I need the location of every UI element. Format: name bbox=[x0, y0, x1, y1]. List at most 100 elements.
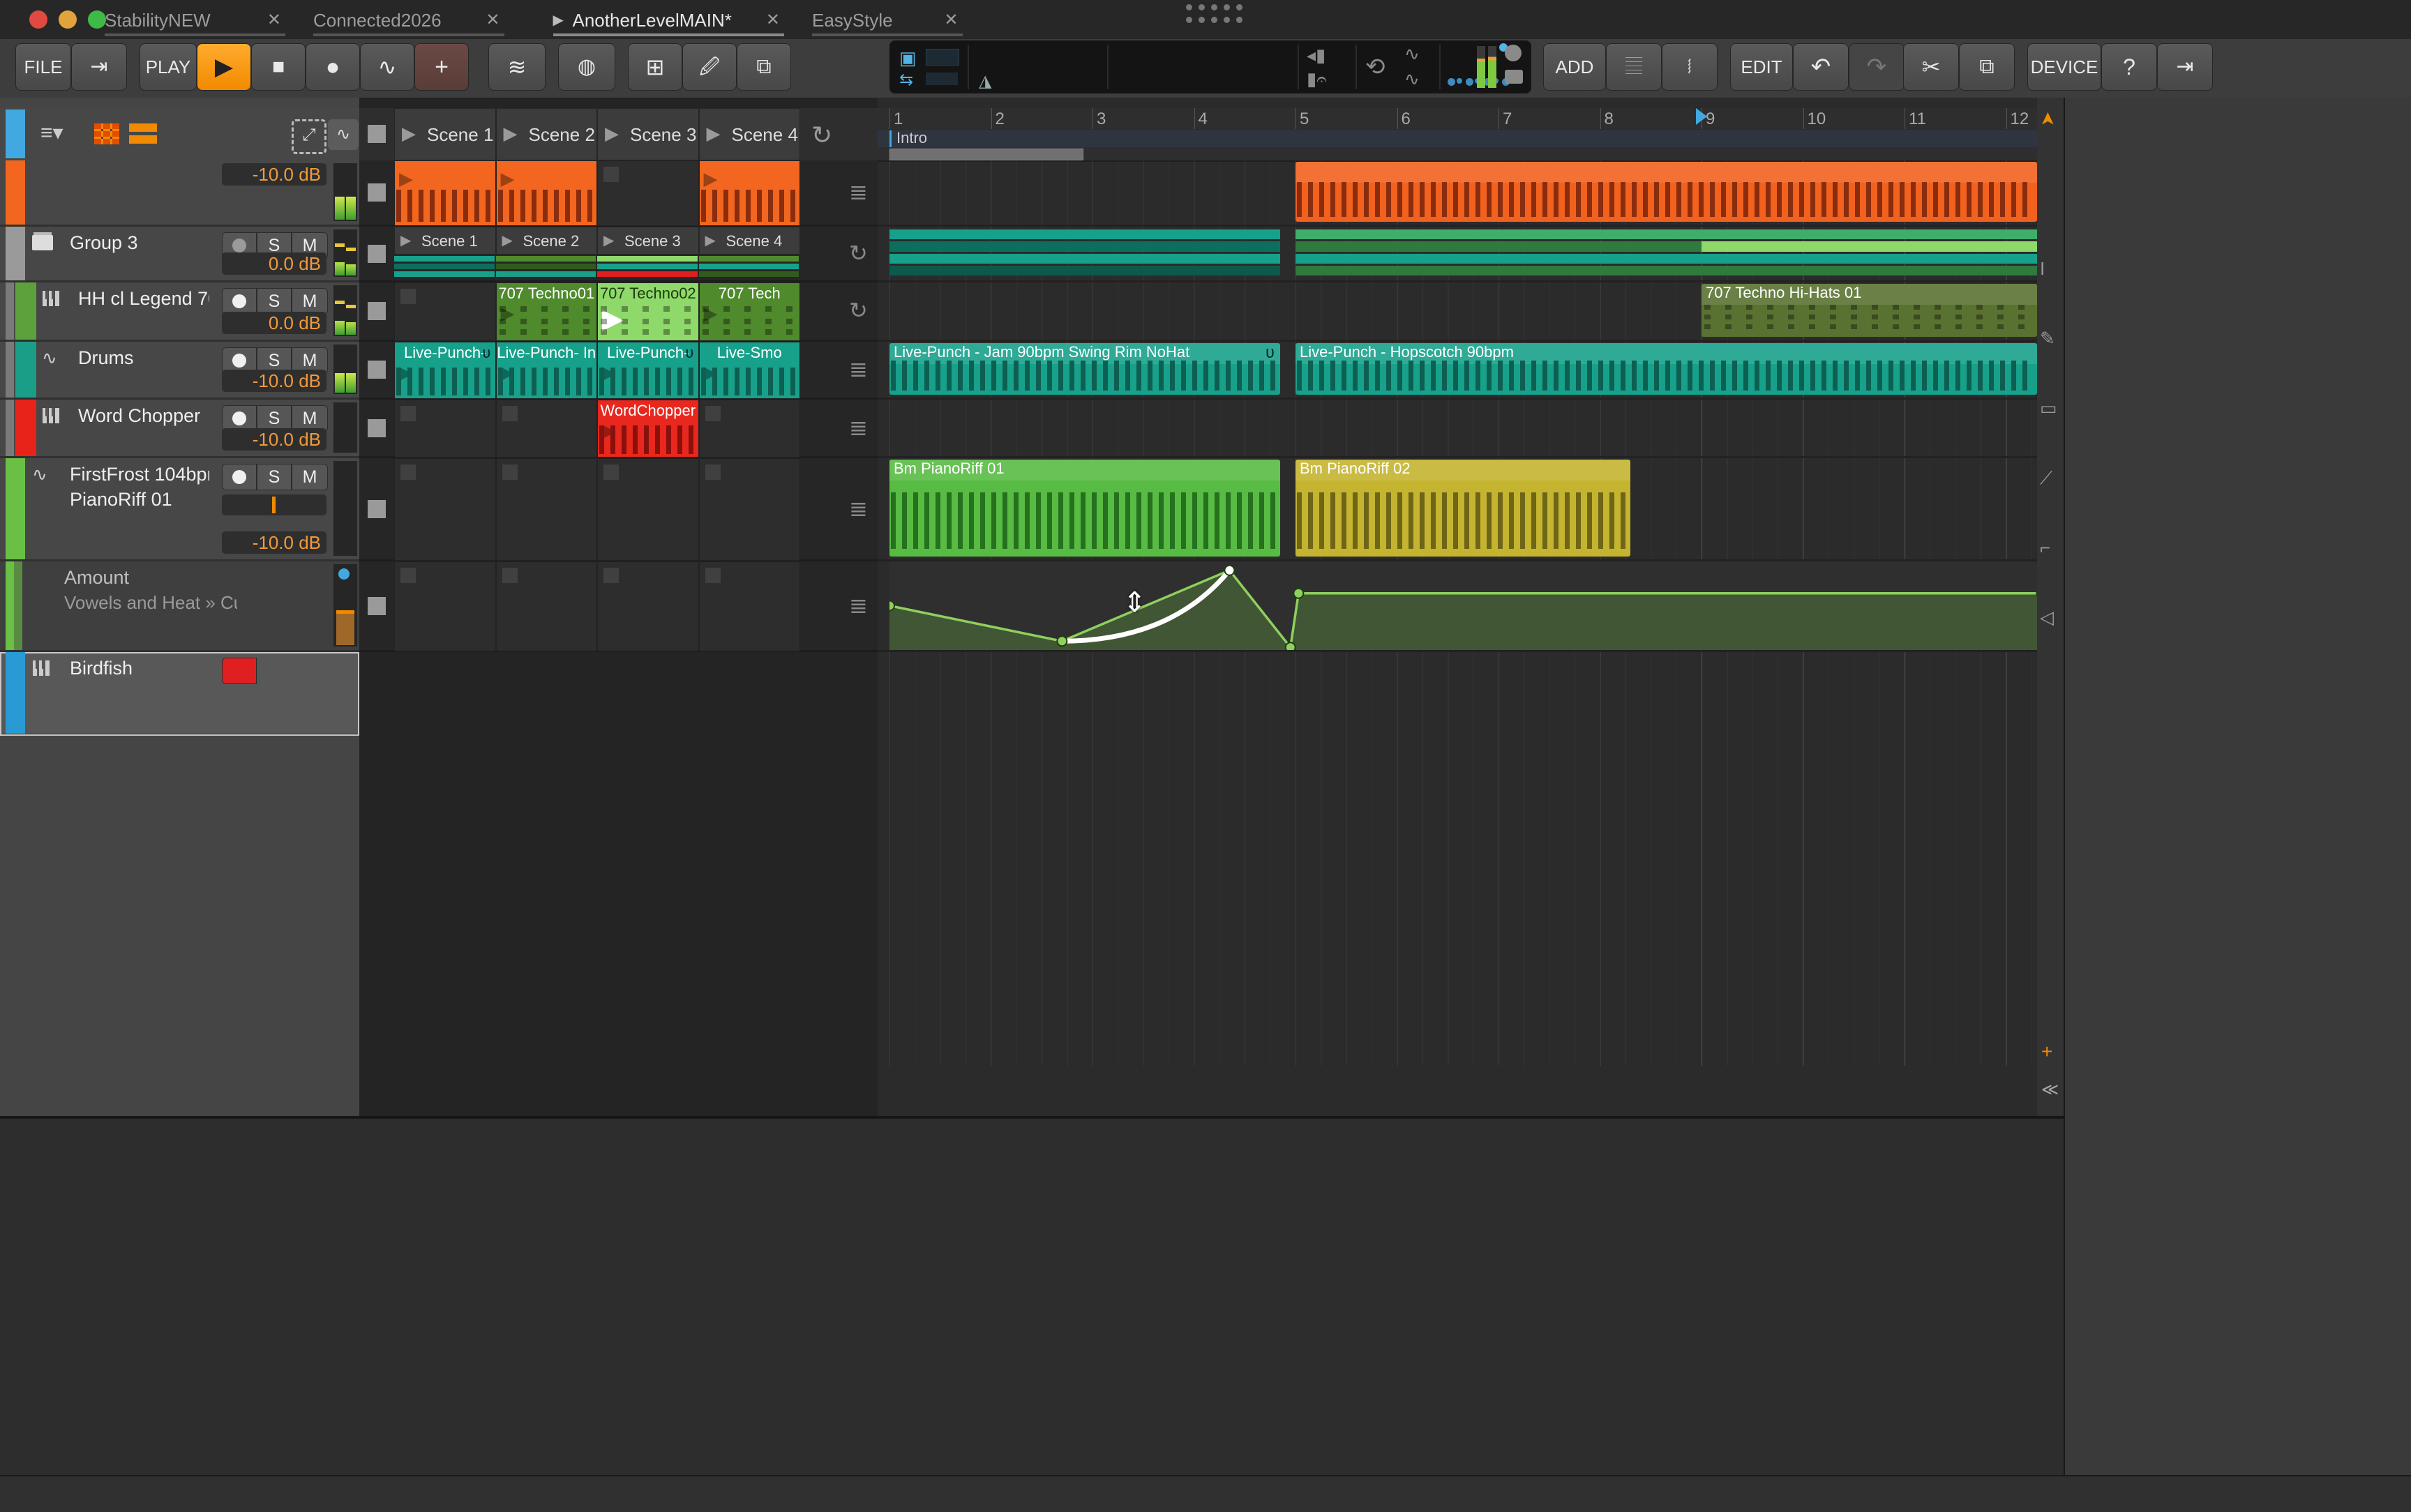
copy-button[interactable]: ⧉ bbox=[1959, 43, 2015, 91]
clip-slot[interactable] bbox=[394, 400, 496, 458]
track-row[interactable]: Birdfish bbox=[0, 652, 359, 736]
undo-button[interactable]: ↶ bbox=[1793, 43, 1849, 91]
scene-play-icon[interactable]: ▶ bbox=[707, 123, 721, 144]
overdub-button[interactable]: + bbox=[414, 43, 469, 91]
clip-stop-button[interactable] bbox=[368, 500, 386, 518]
scene-play-icon[interactable]: ▶ bbox=[402, 123, 416, 144]
clip-slot[interactable]: 707 Tech▶ bbox=[699, 282, 801, 341]
clip-slot[interactable] bbox=[394, 561, 496, 651]
group-scene-button[interactable]: ▶Scene 3 bbox=[597, 227, 699, 255]
clip-slot[interactable]: WordChopper▶ bbox=[597, 400, 699, 458]
add-instrument-track-button[interactable]: 𝄚 bbox=[1606, 43, 1662, 91]
row-action-icon[interactable]: ≣ bbox=[849, 592, 868, 619]
clip-slot[interactable] bbox=[597, 160, 699, 226]
document-tab[interactable]: ▶AnotherLevelMAIN*✕ bbox=[553, 6, 785, 36]
zoom-fit-icon[interactable]: ⤢ bbox=[292, 119, 326, 154]
group-mini-clip[interactable] bbox=[597, 256, 698, 262]
record-arm-button[interactable] bbox=[222, 464, 257, 490]
track-row[interactable]: ∿DrumsSM-10.0 dB bbox=[0, 342, 359, 400]
document-tab[interactable]: StabilityNEW✕ bbox=[105, 6, 285, 36]
track-row[interactable]: Group 3SM0.0 dB bbox=[0, 227, 359, 282]
groove-button[interactable]: ◍ bbox=[558, 43, 615, 91]
grid-view-icon[interactable] bbox=[94, 123, 119, 144]
clip-slot[interactable]: ▶ bbox=[699, 160, 801, 226]
track-row[interactable]: AmountVowels and Heat » Curves bbox=[0, 561, 359, 652]
scene-play-icon[interactable]: ▶ bbox=[400, 232, 411, 249]
arranger-clip[interactable]: Live-Punch - Hopscotch 90bpm bbox=[1295, 343, 2037, 395]
clip-stop-button[interactable] bbox=[368, 183, 386, 202]
clip-play-icon[interactable]: ▶ bbox=[704, 168, 718, 190]
track-row[interactable]: -10.0 dB bbox=[0, 160, 359, 227]
clip-slot[interactable] bbox=[496, 400, 598, 458]
track-color-strip[interactable] bbox=[15, 400, 36, 456]
pen-tool-icon[interactable]: ✎ bbox=[2040, 328, 2055, 349]
track-row[interactable]: ∿FirstFrost 104bpm BmPianoRiff 01SM-10.0… bbox=[0, 458, 359, 561]
knife-tool-icon[interactable]: ⟋ bbox=[2040, 467, 2052, 490]
clip-slot[interactable] bbox=[496, 561, 598, 651]
volume-readout[interactable]: 0.0 dB bbox=[222, 252, 326, 275]
clip-slot[interactable] bbox=[394, 282, 496, 341]
loop-icon[interactable]: ⟲ bbox=[1365, 53, 1385, 81]
close-window-button[interactable] bbox=[29, 10, 47, 29]
clip-stop-button[interactable] bbox=[368, 302, 386, 320]
group-mini-clip[interactable] bbox=[394, 271, 495, 277]
clip-slot[interactable] bbox=[699, 458, 801, 561]
scene-play-icon[interactable]: ▶ bbox=[603, 232, 614, 249]
file-button[interactable]: FILE bbox=[15, 43, 71, 91]
scene-refresh-icon[interactable]: ↻ bbox=[811, 121, 832, 150]
row-action-icon[interactable]: ≣ bbox=[849, 414, 868, 441]
cut-button[interactable]: ✂ bbox=[1903, 43, 1959, 91]
metronome-icon[interactable]: ◮ bbox=[979, 71, 991, 91]
redo-button[interactable]: ↷ bbox=[1849, 43, 1905, 91]
scene-launch-button[interactable]: ▶Scene 3 bbox=[597, 108, 699, 160]
volume-readout[interactable]: -10.0 dB bbox=[222, 163, 326, 186]
minimize-window-button[interactable] bbox=[59, 10, 77, 29]
play-button[interactable]: ▶ bbox=[197, 43, 251, 91]
clip-slot[interactable]: ▶ bbox=[496, 160, 598, 226]
record-arm-button[interactable] bbox=[222, 658, 257, 684]
scene-play-icon[interactable]: ▶ bbox=[504, 123, 518, 144]
cursor-tool-icon[interactable]: ➤ bbox=[2036, 112, 2058, 127]
clip-play-icon[interactable]: ▶ bbox=[399, 168, 413, 190]
scene-play-icon[interactable]: ▶ bbox=[502, 232, 513, 249]
group-mini-clip[interactable] bbox=[394, 264, 495, 269]
group-mini-clip[interactable] bbox=[597, 271, 698, 277]
punch-in-icon[interactable]: ◂▮ bbox=[1307, 45, 1325, 66]
row-action-icon[interactable]: ≣ bbox=[849, 179, 868, 205]
capture-midi-button[interactable]: 🖉 bbox=[682, 43, 737, 91]
group-mini-clip[interactable] bbox=[699, 271, 799, 277]
group-mini-clip[interactable] bbox=[699, 256, 799, 262]
tab-close-icon[interactable]: ✕ bbox=[267, 10, 281, 30]
snap-toggle-icon[interactable]: + bbox=[2041, 1041, 2052, 1063]
clip-slot[interactable] bbox=[699, 400, 801, 458]
maximize-window-button[interactable] bbox=[88, 10, 106, 29]
row-action-icon[interactable]: ≣ bbox=[849, 495, 868, 522]
arranger-clip[interactable] bbox=[1295, 162, 2037, 222]
arranger-clip[interactable]: Bm PianoRiff 02 bbox=[1295, 460, 1630, 557]
loop-region[interactable] bbox=[889, 149, 1083, 160]
track-color-strip[interactable] bbox=[6, 160, 25, 225]
volume-readout[interactable]: -10.0 dB bbox=[222, 531, 326, 554]
clip-stop-button[interactable] bbox=[368, 597, 386, 615]
import-export-button[interactable]: ⇥ bbox=[2157, 43, 2213, 91]
group-scene-button[interactable]: ▶Scene 4 bbox=[699, 227, 801, 255]
export-icon[interactable]: ⇥ bbox=[71, 43, 127, 91]
shrink-panel-icon[interactable]: ≪ bbox=[2041, 1080, 2059, 1100]
tab-close-icon[interactable]: ✕ bbox=[486, 10, 500, 30]
volume-readout[interactable]: 0.0 dB bbox=[222, 312, 326, 334]
ibeam-tool-icon[interactable]: I bbox=[2040, 258, 2045, 280]
automation-curve[interactable] bbox=[889, 561, 2037, 650]
clip-slot[interactable]: 707 Techno01▶ bbox=[496, 282, 598, 341]
group-mini-clip[interactable] bbox=[496, 264, 596, 269]
arranger-clip[interactable]: Live-Punch - Jam 90bpm Swing Rim NoHatʋ bbox=[889, 343, 1280, 395]
master-record-icon[interactable] bbox=[1505, 45, 1522, 61]
group-clip[interactable] bbox=[1295, 229, 2037, 278]
play-menu-button[interactable]: PLAY bbox=[140, 43, 197, 91]
record-button[interactable]: ● bbox=[306, 43, 360, 91]
clip-slot[interactable] bbox=[394, 458, 496, 561]
mute-button[interactable]: M bbox=[292, 464, 328, 490]
arranger-clip[interactable]: Bm PianoRiff 01 bbox=[889, 460, 1280, 557]
clip-slot[interactable] bbox=[597, 561, 699, 651]
pan-fader[interactable] bbox=[222, 494, 326, 515]
add-track-button[interactable]: ⊞ bbox=[628, 43, 682, 91]
